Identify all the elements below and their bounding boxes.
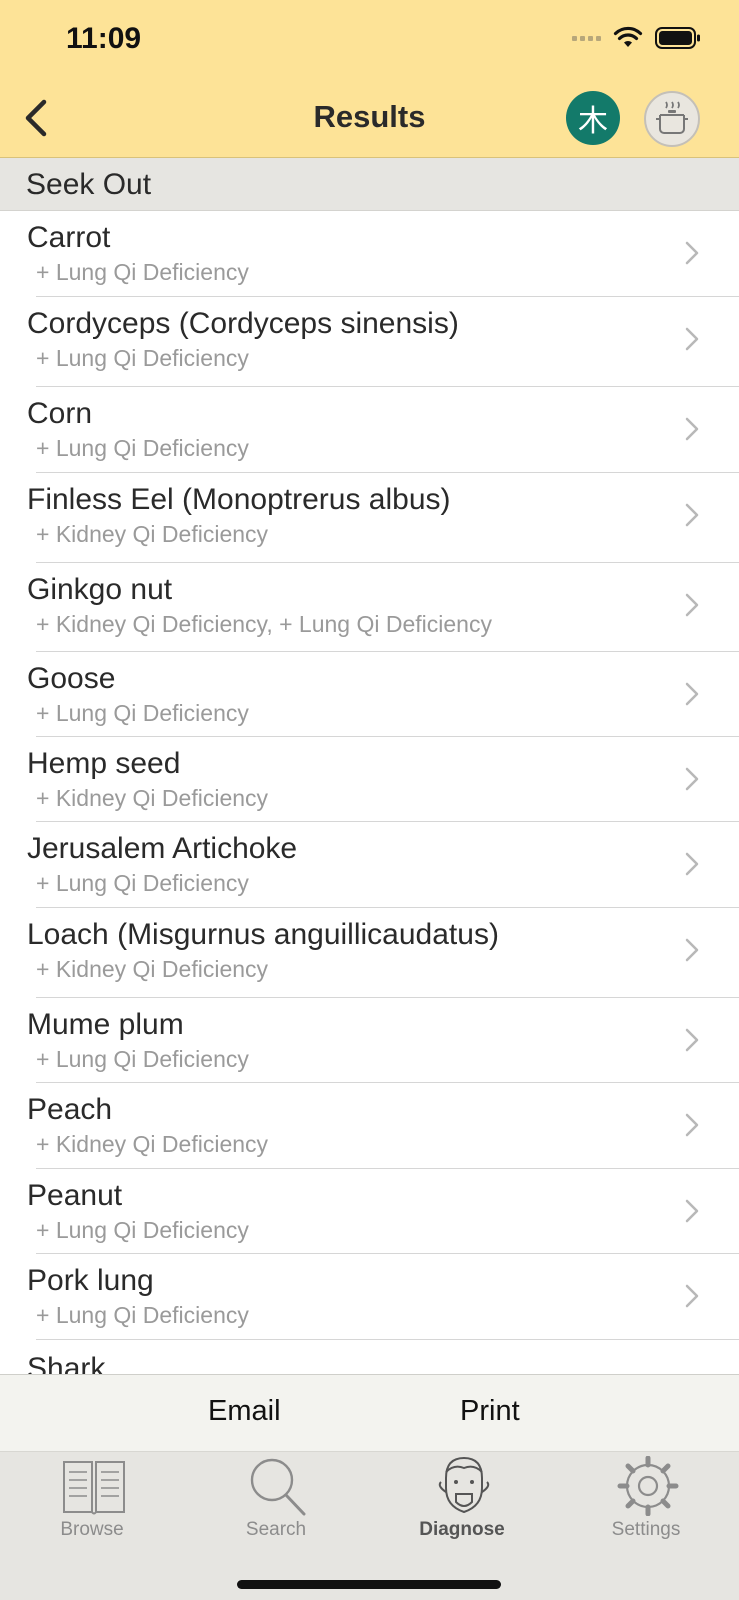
tab-settings[interactable]: Settings (586, 1452, 706, 1552)
status-time: 11:09 (66, 22, 142, 55)
cooking-pot-button[interactable] (644, 91, 700, 147)
list-item[interactable]: Hemp seed + Kidney Qi Deficiency (0, 737, 739, 822)
chevron-right-icon (685, 593, 699, 617)
cooking-pot-icon (656, 101, 688, 134)
item-subtitle: + Lung Qi Deficiency (36, 259, 249, 285)
chevron-right-icon (685, 682, 699, 706)
email-button[interactable]: Email (208, 1395, 281, 1428)
action-bar: Email Print (0, 1374, 739, 1452)
chevron-right-icon (685, 1113, 699, 1137)
item-subtitle: + Kidney Qi Deficiency, + Lung Qi Defici… (36, 611, 492, 637)
item-title: Ginkgo nut (27, 573, 173, 606)
cellular-signal-icon (572, 35, 601, 41)
item-subtitle: + Lung Qi Deficiency (36, 870, 249, 896)
item-title: Mume plum (27, 1008, 184, 1041)
item-subtitle: + Lung Qi Deficiency (36, 345, 249, 371)
gear-icon (617, 1456, 679, 1516)
tab-label: Search (245, 1519, 307, 1540)
tongue-face-icon (438, 1456, 490, 1514)
chevron-right-icon (685, 327, 699, 351)
home-indicator (237, 1580, 501, 1589)
list-item[interactable]: Loach (Misgurnus anguillicaudatus) + Kid… (0, 908, 739, 998)
list-item[interactable]: Goose + Lung Qi Deficiency (0, 652, 739, 737)
tab-bar: Browse Search Diagnose Settings (0, 1452, 739, 1600)
item-title: Goose (27, 662, 116, 695)
item-title: Cordyceps (Cordyceps sinensis) (27, 307, 459, 340)
list-item[interactable]: Ginkgo nut + Kidney Qi Deficiency, + Lun… (0, 563, 739, 652)
chevron-right-icon (685, 852, 699, 876)
list-item[interactable]: Carrot + Lung Qi Deficiency (0, 211, 739, 297)
chevron-right-icon (685, 1199, 699, 1223)
item-subtitle: + Lung Qi Deficiency (36, 1217, 249, 1243)
list-item[interactable]: Pork lung + Lung Qi Deficiency (0, 1254, 739, 1340)
tab-browse[interactable]: Browse (32, 1452, 152, 1552)
list-item[interactable]: Jerusalem Artichoke + Lung Qi Deficiency (0, 822, 739, 908)
item-title: Jerusalem Artichoke (27, 832, 298, 865)
item-subtitle: + Kidney Qi Deficiency (36, 956, 269, 982)
chevron-right-icon (685, 1284, 699, 1308)
chevron-right-icon (685, 503, 699, 527)
list-item[interactable]: Cordyceps (Cordyceps sinensis) + Lung Qi… (0, 297, 739, 387)
item-title: Carrot (27, 221, 111, 254)
chevron-right-icon (685, 417, 699, 441)
results-list[interactable]: Carrot + Lung Qi Deficiency Cordyceps (C… (0, 211, 739, 1374)
section-title: Seek Out (26, 168, 152, 201)
book-icon (63, 1461, 125, 1515)
item-title: Corn (27, 397, 93, 430)
item-title: Loach (Misgurnus anguillicaudatus) (27, 918, 499, 951)
list-item[interactable]: Mume plum + Lung Qi Deficiency (0, 998, 739, 1083)
list-item[interactable]: Corn + Lung Qi Deficiency (0, 387, 739, 473)
list-item[interactable]: Peanut + Lung Qi Deficiency (0, 1169, 739, 1254)
item-subtitle: + Lung Qi Deficiency (36, 435, 249, 461)
item-title: Shark (27, 1352, 106, 1374)
tab-label: Browse (60, 1519, 124, 1540)
item-subtitle: + Lung Qi Deficiency (36, 1046, 249, 1072)
list-item[interactable]: Peach + Kidney Qi Deficiency (0, 1083, 739, 1169)
item-title: Peanut (27, 1179, 123, 1212)
tab-diagnose[interactable]: Diagnose (402, 1452, 522, 1552)
item-subtitle: + Kidney Qi Deficiency (36, 1131, 269, 1157)
item-title: Hemp seed (27, 747, 181, 780)
search-icon (250, 1458, 306, 1516)
chevron-right-icon (685, 938, 699, 962)
list-item[interactable]: Shark (0, 1340, 739, 1374)
page-title: Results (313, 99, 426, 134)
chevron-right-icon (685, 767, 699, 791)
list-item[interactable]: Finless Eel (Monoptrerus albus) + Kidney… (0, 473, 739, 563)
item-subtitle: + Kidney Qi Deficiency (36, 785, 269, 811)
tab-label: Settings (611, 1519, 681, 1540)
chevron-right-icon (685, 1028, 699, 1052)
item-subtitle: + Lung Qi Deficiency (36, 1302, 249, 1328)
wood-glyph: 木 (578, 104, 608, 139)
tab-label: Diagnose (419, 1519, 505, 1540)
item-title: Finless Eel (Monoptrerus albus) (27, 483, 451, 516)
battery-icon (655, 27, 700, 49)
item-title: Peach (27, 1093, 113, 1126)
wood-element-button[interactable]: 木 (566, 91, 620, 145)
top-header: 11:09 Results 木 (0, 0, 739, 158)
tab-search[interactable]: Search (216, 1452, 336, 1552)
item-title: Pork lung (27, 1264, 154, 1297)
item-subtitle: + Lung Qi Deficiency (36, 700, 249, 726)
print-button[interactable]: Print (460, 1395, 520, 1428)
chevron-right-icon (685, 241, 699, 265)
status-icons (572, 26, 701, 50)
wifi-icon (613, 26, 643, 47)
item-subtitle: + Kidney Qi Deficiency (36, 521, 269, 547)
section-header: Seek Out (0, 158, 739, 211)
